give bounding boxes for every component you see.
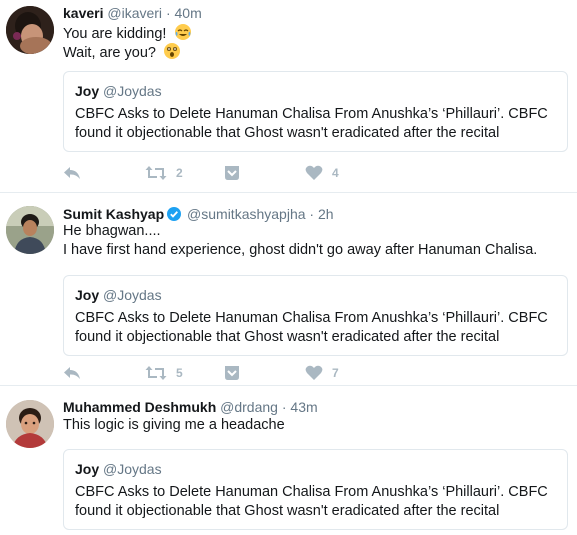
reply-icon bbox=[64, 367, 80, 379]
tweet-text-line-1: This logic is giving me a headache bbox=[63, 417, 285, 433]
quoted-tweet-header: Joy @Joydas bbox=[75, 82, 556, 100]
tweet-text-line-1: He bhagwan.... bbox=[63, 223, 161, 239]
tweet-sumit-kashyap[interactable]: Sumit Kashyap @sumitkashyapjha · 2h He b… bbox=[0, 193, 577, 386]
author-name[interactable]: kaveri bbox=[63, 5, 103, 21]
avatar-photo bbox=[6, 6, 54, 54]
like-button[interactable]: 7 bbox=[305, 363, 339, 383]
avatar[interactable] bbox=[6, 206, 54, 254]
retweet-button[interactable]: 5 bbox=[145, 363, 183, 383]
tweet-actions: 2 4 bbox=[63, 163, 363, 183]
save-button[interactable] bbox=[224, 163, 240, 183]
separator: · bbox=[309, 206, 315, 222]
retweet-icon bbox=[145, 166, 167, 180]
retweet-count: 5 bbox=[176, 366, 183, 380]
reply-button[interactable] bbox=[63, 163, 81, 183]
quoted-author-handle: @Joydas bbox=[103, 287, 162, 303]
retweet-icon bbox=[145, 366, 167, 380]
quoted-tweet-text: CBFC Asks to Delete Hanuman Chalisa From… bbox=[75, 106, 548, 141]
astonished-face-emoji bbox=[163, 42, 181, 66]
tweet-kaveri[interactable]: kaveri @ikaveri · 40m You are kidding! W… bbox=[0, 0, 577, 193]
retweet-count: 2 bbox=[176, 166, 183, 180]
tweet-header: Muhammed Deshmukh @drdang · 43m bbox=[63, 398, 318, 416]
like-count: 4 bbox=[332, 166, 339, 180]
save-icon bbox=[225, 166, 239, 180]
save-button[interactable] bbox=[224, 363, 240, 383]
timestamp[interactable]: 43m bbox=[290, 399, 317, 415]
avatar[interactable] bbox=[6, 6, 54, 54]
tweet-text-line-2: Wait, are you? bbox=[63, 42, 181, 66]
avatar-photo bbox=[6, 206, 54, 254]
separator: · bbox=[165, 5, 171, 21]
quoted-author-name: Joy bbox=[75, 461, 100, 477]
quoted-author-handle: @Joydas bbox=[103, 461, 162, 477]
tweet-text: You are kidding! bbox=[63, 26, 167, 42]
quoted-tweet[interactable]: Joy @Joydas CBFC Asks to Delete Hanuman … bbox=[63, 275, 568, 356]
reply-button[interactable] bbox=[63, 363, 81, 383]
timestamp[interactable]: 40m bbox=[175, 5, 202, 21]
quoted-author-name: Joy bbox=[75, 287, 100, 303]
verified-badge-icon bbox=[167, 207, 182, 225]
author-name[interactable]: Sumit Kashyap bbox=[63, 206, 164, 222]
tweet-text: Wait, are you? bbox=[63, 45, 156, 61]
quoted-tweet-text: CBFC Asks to Delete Hanuman Chalisa From… bbox=[75, 484, 548, 519]
tweet-header: kaveri @ikaveri · 40m bbox=[63, 4, 202, 22]
retweet-button[interactable]: 2 bbox=[145, 163, 183, 183]
save-icon bbox=[225, 366, 239, 380]
reply-icon bbox=[64, 167, 80, 179]
like-count: 7 bbox=[332, 366, 339, 380]
timestamp[interactable]: 2h bbox=[318, 206, 334, 222]
like-button[interactable]: 4 bbox=[305, 163, 339, 183]
quoted-author-handle: @Joydas bbox=[103, 83, 162, 99]
quoted-tweet-header: Joy @Joydas bbox=[75, 460, 556, 478]
quoted-author-name: Joy bbox=[75, 83, 100, 99]
quoted-tweet-header: Joy @Joydas bbox=[75, 286, 556, 304]
author-handle[interactable]: @ikaveri bbox=[107, 5, 162, 21]
separator: · bbox=[281, 399, 287, 415]
quoted-tweet[interactable]: Joy @Joydas CBFC Asks to Delete Hanuman … bbox=[63, 449, 568, 530]
avatar-photo bbox=[6, 400, 54, 448]
author-handle[interactable]: @drdang bbox=[220, 399, 278, 415]
author-name[interactable]: Muhammed Deshmukh bbox=[63, 399, 216, 415]
heart-icon bbox=[305, 165, 323, 180]
tweet-text-line-2: I have first hand experience, ghost didn… bbox=[63, 242, 538, 258]
tweet-muhammed-deshmukh[interactable]: Muhammed Deshmukh @drdang · 43m This log… bbox=[0, 386, 577, 535]
quoted-tweet[interactable]: Joy @Joydas CBFC Asks to Delete Hanuman … bbox=[63, 71, 568, 152]
avatar[interactable] bbox=[6, 400, 54, 448]
tweet-actions: 5 7 bbox=[63, 363, 363, 383]
author-handle[interactable]: @sumitkashyapjha bbox=[187, 206, 306, 222]
quoted-tweet-text: CBFC Asks to Delete Hanuman Chalisa From… bbox=[75, 310, 548, 345]
heart-icon bbox=[305, 365, 323, 380]
